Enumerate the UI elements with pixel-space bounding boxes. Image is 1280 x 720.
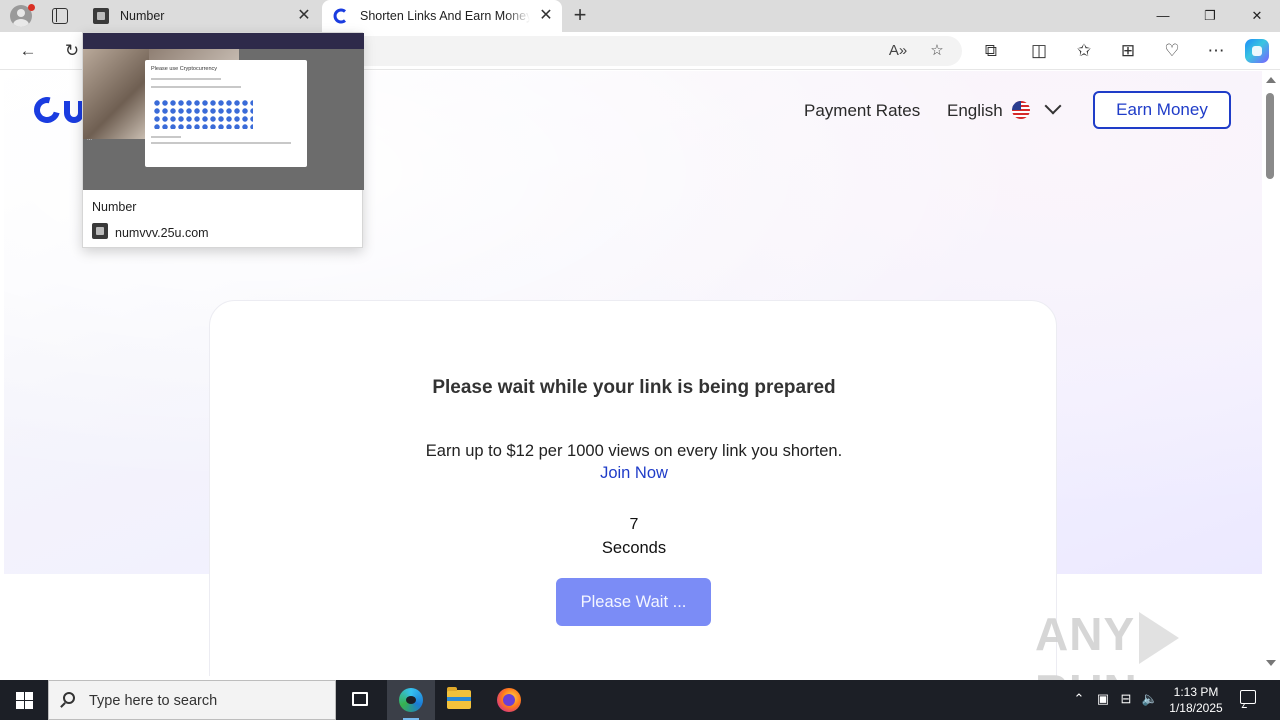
tab-title: Shorten Links And Earn Money | 25u <box>360 9 530 23</box>
close-tab-icon[interactable]: ✕ <box>296 8 312 24</box>
extensions-icon[interactable]: ⧉ <box>979 39 1003 63</box>
close-window-button[interactable]: ✕ <box>1234 0 1280 32</box>
link-wait-card: Please wait while your link is being pre… <box>209 300 1057 676</box>
edge-taskbar-button[interactable] <box>387 680 435 720</box>
tray-chevron-up-icon[interactable]: ⌃ <box>1070 690 1088 708</box>
task-view-icon <box>352 692 368 706</box>
site-thumbnail-icon <box>93 8 109 24</box>
new-tab-button[interactable]: + <box>568 4 592 28</box>
windows-start-button[interactable] <box>0 680 48 720</box>
tab-hover-preview[interactable]: ... Please use Cryptocurrency Number num… <box>82 32 364 248</box>
restore-button[interactable]: ❐ <box>1187 0 1233 32</box>
notification-center-icon[interactable] <box>1240 690 1256 704</box>
favorite-star-icon[interactable]: ☆ <box>925 39 949 63</box>
reload-button[interactable]: ↻ <box>60 39 84 63</box>
folder-icon <box>447 687 471 709</box>
nav-payment-rates[interactable]: Payment Rates <box>804 101 920 121</box>
tab-number[interactable]: Number ✕ <box>82 0 320 32</box>
favorites-icon[interactable]: ✩ <box>1072 39 1096 63</box>
copilot-icon[interactable] <box>1245 39 1269 63</box>
preview-title: Number <box>92 200 137 214</box>
join-now-link[interactable]: Join Now <box>210 464 1058 483</box>
firefox-taskbar-button[interactable] <box>485 680 533 720</box>
file-explorer-taskbar-button[interactable] <box>435 680 483 720</box>
countdown-value: 7 <box>629 516 639 533</box>
browser-essentials-icon[interactable]: ♡ <box>1160 39 1184 63</box>
search-placeholder: Type here to search <box>89 693 218 709</box>
collections-icon[interactable]: ⊞ <box>1116 39 1140 63</box>
page-scrollbar[interactable] <box>1262 71 1280 676</box>
scroll-thumb[interactable] <box>1266 93 1274 179</box>
preview-caption-text: ... <box>87 136 93 142</box>
site-thumbnail-icon <box>92 223 108 239</box>
tray-device-icon[interactable]: ▣ <box>1094 690 1112 708</box>
please-wait-button[interactable]: Please Wait ... <box>556 578 711 626</box>
tab-title: Number <box>120 9 165 23</box>
anyrun-watermark: ANYRUN <box>1035 607 1235 717</box>
preview-thumbnail: ... Please use Cryptocurrency <box>83 33 364 190</box>
preview-url: numvvv.25u.com <box>115 226 209 240</box>
earn-money-button[interactable]: Earn Money <box>1093 91 1231 129</box>
card-title: Please wait while your link is being pre… <box>432 377 836 398</box>
search-icon <box>63 692 75 704</box>
clock-time: 1:13 PM <box>1173 685 1219 699</box>
tab-actions-icon[interactable] <box>52 8 68 24</box>
network-icon[interactable]: ⊟ <box>1117 690 1135 708</box>
preview-modal-title: Please use Cryptocurrency <box>151 66 218 72</box>
close-tab-icon[interactable]: ✕ <box>538 8 554 24</box>
scroll-down-arrow-icon[interactable] <box>1266 660 1276 666</box>
language-selector[interactable]: English <box>947 101 1003 121</box>
taskbar-search-box[interactable]: Type here to search <box>48 680 336 720</box>
minimize-button[interactable]: — <box>1140 0 1186 32</box>
tab-shorten-links[interactable]: Shorten Links And Earn Money | 25u ✕ <box>322 0 562 32</box>
more-menu-icon[interactable]: ⋯ <box>1204 39 1228 63</box>
earn-promo-text: Earn up to $12 per 1000 views on every l… <box>425 442 843 460</box>
back-button[interactable]: ← <box>16 39 40 63</box>
taskbar-clock[interactable]: 1:13 PM 1/18/2025 <box>1160 684 1232 716</box>
chevron-down-icon[interactable] <box>1044 99 1064 119</box>
edge-icon <box>399 688 423 712</box>
split-screen-icon[interactable]: ◫ <box>1027 39 1051 63</box>
tab-strip: Number ✕ Shorten Links And Earn Money | … <box>0 0 1280 32</box>
preview-modal: Please use Cryptocurrency <box>145 60 307 167</box>
scroll-up-arrow-icon[interactable] <box>1266 77 1276 83</box>
volume-icon[interactable]: 🔈 <box>1141 690 1159 708</box>
firefox-icon <box>497 688 521 712</box>
25u-logo-icon <box>333 8 346 24</box>
watermark-text-left: ANY <box>1035 608 1136 660</box>
windows-taskbar: Type here to search ⌃ ▣ ⊟ 🔈 1:13 PM 1/18… <box>0 680 1280 720</box>
play-icon <box>1139 611 1180 664</box>
clock-date: 1/18/2025 <box>1169 701 1223 715</box>
task-view-button[interactable] <box>336 680 384 720</box>
read-aloud-icon[interactable]: A» <box>886 39 910 63</box>
profile-notification-dot <box>28 4 35 11</box>
countdown-label: Seconds <box>601 539 667 557</box>
us-flag-icon <box>1012 101 1030 119</box>
